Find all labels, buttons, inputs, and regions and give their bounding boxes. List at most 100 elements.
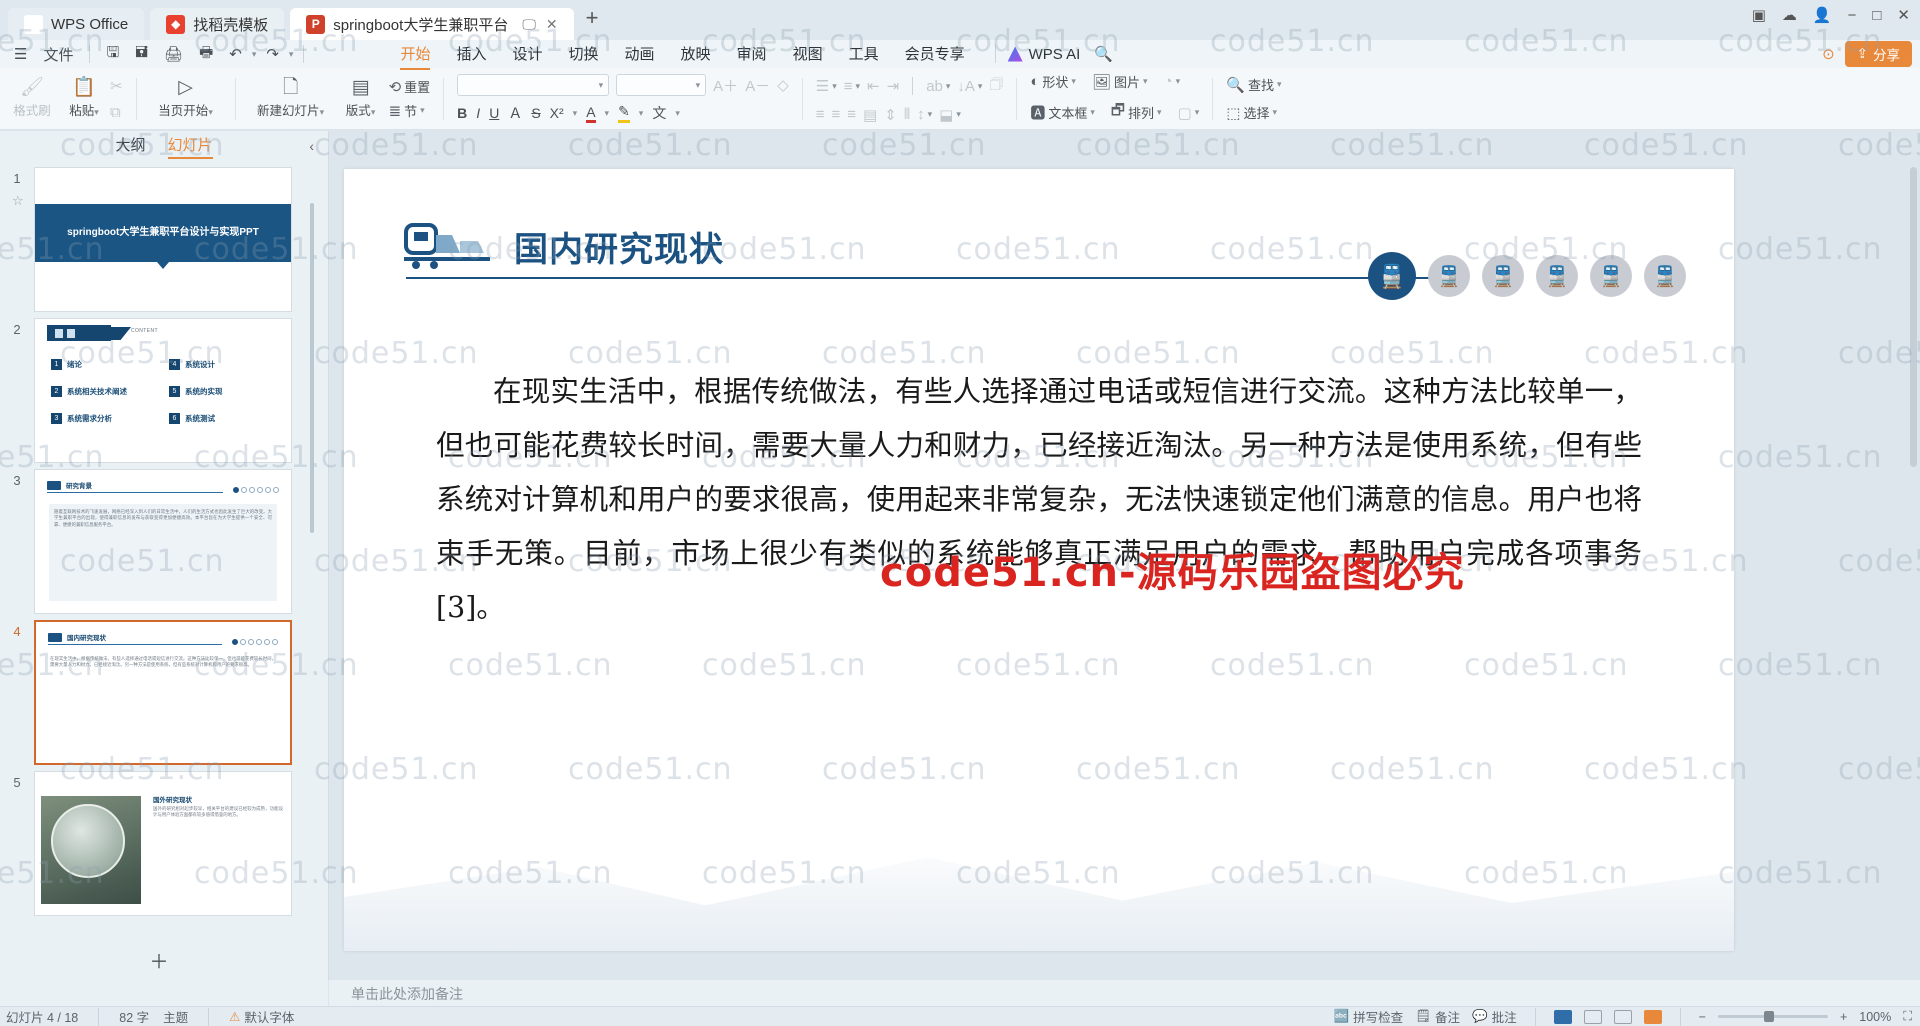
slide-thumbnail[interactable]: 研究背景 随着互联网技术的飞速发展，网络已经深入到人们的日常生活中，人们的生活方…: [34, 469, 292, 614]
ribbon-tab-tools[interactable]: 工具: [849, 43, 879, 66]
stage-scrollbar[interactable]: [1910, 167, 1917, 467]
close-icon[interactable]: ✕: [546, 16, 558, 33]
save-as-icon[interactable]: 🖬: [129, 40, 154, 69]
progress-node[interactable]: 🚆: [1644, 255, 1686, 297]
search-icon[interactable]: 🔍: [1094, 45, 1113, 63]
menu-hamburger-icon[interactable]: ☰: [8, 43, 33, 65]
reset-button[interactable]: ⟲ 重置: [389, 77, 431, 96]
wps-ai-button[interactable]: WPS AI: [989, 45, 1080, 63]
panel-divider[interactable]: [328, 131, 329, 980]
slide-indicator[interactable]: 幻灯片 4 / 18: [6, 1007, 78, 1026]
chevron-down-icon[interactable]: ▾: [320, 107, 325, 117]
minimize-button[interactable]: −: [1848, 7, 1857, 24]
ribbon-tab-transition[interactable]: 切换: [569, 43, 599, 66]
theme-label[interactable]: 主题: [163, 1007, 188, 1026]
shape-fill-button[interactable]: ▢ ▾: [1178, 104, 1200, 122]
progress-node[interactable]: 🚆: [1536, 255, 1578, 297]
layout-button[interactable]: ▤ 版式▾: [333, 78, 389, 119]
print-icon[interactable]: 🖨: [158, 43, 189, 65]
save-icon[interactable]: 🖫: [100, 40, 125, 69]
smartart-button[interactable]: 🗇: [989, 74, 1003, 99]
new-tab-button[interactable]: +: [580, 5, 609, 35]
zoom-out-button[interactable]: −: [1699, 1010, 1706, 1024]
cut-button[interactable]: ✂: [110, 77, 123, 95]
split-layout-icon[interactable]: ▣: [1752, 6, 1766, 24]
numbering-button[interactable]: ≡ ▾: [844, 78, 860, 95]
column-button[interactable]: ⫴: [904, 106, 910, 123]
arrange-button[interactable]: 🗗 排列 ▾: [1111, 100, 1162, 125]
view-normal-button[interactable]: [1553, 1009, 1572, 1024]
view-sorter-button[interactable]: [1583, 1009, 1602, 1024]
ribbon-tab-view[interactable]: 视图: [793, 43, 823, 66]
ribbon-tab-review[interactable]: 审阅: [737, 43, 767, 66]
panel-tab-slides[interactable]: 幻灯片: [167, 134, 213, 159]
comment-toggle-button[interactable]: 💬 批注: [1472, 1007, 1517, 1026]
slide-thumbnail[interactable]: 国外研究现状 国外的研究相对起步较早，相关平台的建设已经较为成熟，功能设计与用户…: [34, 771, 292, 916]
start-from-current-button[interactable]: ▷ 当页开始▾: [150, 78, 222, 119]
slide-thumbnail-selected[interactable]: 国内研究现状 在现实生活中，根据传统做法，有些人选择通过电话或短信进行交流。这种…: [34, 620, 292, 765]
view-slideshow-button[interactable]: [1643, 1009, 1662, 1024]
shapes-button[interactable]: ◐ 形状 ▾: [1030, 72, 1076, 91]
default-font-chip[interactable]: ⚠ 默认字体: [229, 1007, 294, 1026]
file-menu-button[interactable]: 文件: [37, 42, 79, 67]
copy-button[interactable]: ⧉: [110, 104, 123, 121]
avatar[interactable]: 👤: [1813, 6, 1832, 24]
present-monitor-icon[interactable]: 🖵: [522, 16, 536, 33]
tab-presentation-file[interactable]: P springboot大学生兼职平台 🖵 ✕: [290, 8, 574, 40]
format-painter-button[interactable]: 🖌 格式刷: [6, 78, 58, 119]
text-effect-button[interactable]: Ａ: [508, 103, 522, 123]
clear-format-button[interactable]: ◇: [777, 76, 789, 94]
star-icon[interactable]: ☆: [12, 193, 24, 209]
ribbon-tab-animation[interactable]: 动画: [625, 43, 655, 66]
chevron-down-icon[interactable]: ▾: [696, 80, 701, 91]
progress-node[interactable]: 🚆: [1428, 255, 1470, 297]
chevron-down-icon[interactable]: ▾: [94, 107, 99, 117]
ribbon-tab-member[interactable]: 会员专享: [905, 43, 965, 66]
fit-to-window-icon[interactable]: ⛶: [1903, 1009, 1912, 1024]
distribute-button[interactable]: ⇕: [884, 106, 897, 124]
window-close-button[interactable]: ✕: [1897, 6, 1910, 24]
section-button[interactable]: ≣ 节 ▾: [389, 101, 431, 120]
tab-docer-template[interactable]: ◆ 找稻壳模板: [150, 8, 285, 40]
chevron-down-icon[interactable]: ▾: [573, 108, 578, 119]
font-name-select[interactable]: ▾: [457, 74, 610, 96]
list-item[interactable]: 2 CONTENT 1 绪论 4 系统设计 2 系统相关技术阐述 5 系统的实现 3 系统…: [0, 312, 318, 463]
cloud-sync-icon[interactable]: ☁: [1782, 6, 1797, 24]
find-button[interactable]: 🔍 查找 ▾: [1226, 75, 1281, 94]
panel-tab-outline[interactable]: 大纲: [115, 134, 145, 158]
paste-button[interactable]: 📋 粘贴▾: [58, 78, 110, 119]
chevron-down-icon[interactable]: ▾: [371, 107, 376, 117]
chevron-down-icon[interactable]: ▾: [599, 80, 604, 91]
textbox-button[interactable]: 🅰 文本框 ▾: [1030, 102, 1095, 123]
undo-dropdown-icon[interactable]: ▾: [252, 49, 257, 60]
font-size-select[interactable]: ▾: [616, 74, 707, 96]
bullets-button[interactable]: ☰ ▾: [816, 77, 837, 95]
list-item[interactable]: 3 研究背景 随着互联网技术的飞速发展，网络已经深入到人们的日常生活中，人们的生…: [0, 463, 318, 614]
ribbon-tab-slideshow[interactable]: 放映: [681, 43, 711, 66]
progress-node[interactable]: 🚆: [1482, 255, 1524, 297]
word-count[interactable]: 82 字: [119, 1007, 149, 1026]
view-reading-button[interactable]: [1613, 1009, 1632, 1024]
zoom-slider-handle[interactable]: [1763, 1011, 1774, 1022]
highlight-button[interactable]: ✎: [618, 103, 630, 123]
redo-icon[interactable]: ↷: [260, 43, 285, 65]
slide-thumbnail[interactable]: springboot大学生兼职平台设计与实现PPT: [34, 167, 292, 312]
select-button[interactable]: ⬚ 选择 ▾: [1226, 103, 1281, 122]
italic-button[interactable]: I: [476, 105, 480, 121]
share-button[interactable]: ⇪ 分享: [1844, 41, 1912, 67]
help-icon[interactable]: ⊙: [1822, 45, 1835, 63]
chevron-down-icon[interactable]: ▾: [605, 108, 610, 119]
ribbon-tab-design[interactable]: 设计: [512, 43, 542, 66]
zoom-slider[interactable]: [1717, 1011, 1828, 1022]
underline-button[interactable]: U: [489, 105, 499, 121]
zoom-in-button[interactable]: +: [1840, 1010, 1847, 1024]
thumbnail-scrollbar[interactable]: [310, 203, 314, 533]
list-item[interactable]: 4 ☆ 国内研究现状 在现实生活中，根据传统做法，有些人选择通过电话或短信进行交…: [0, 614, 318, 765]
align-text-button[interactable]: ⬓ ▾: [939, 106, 961, 124]
customize-qat-icon[interactable]: ▾: [289, 49, 294, 60]
spell-check-button[interactable]: 🔤 拼写检查: [1334, 1007, 1404, 1026]
justify-button[interactable]: ▤: [863, 106, 877, 124]
notes-pane[interactable]: 单击此处添加备注: [329, 980, 1920, 1006]
line-spacing-button[interactable]: ↕ ▾: [917, 106, 932, 123]
list-item[interactable]: 1 ☆ springboot大学生兼职平台设计与实现PPT: [0, 161, 318, 312]
